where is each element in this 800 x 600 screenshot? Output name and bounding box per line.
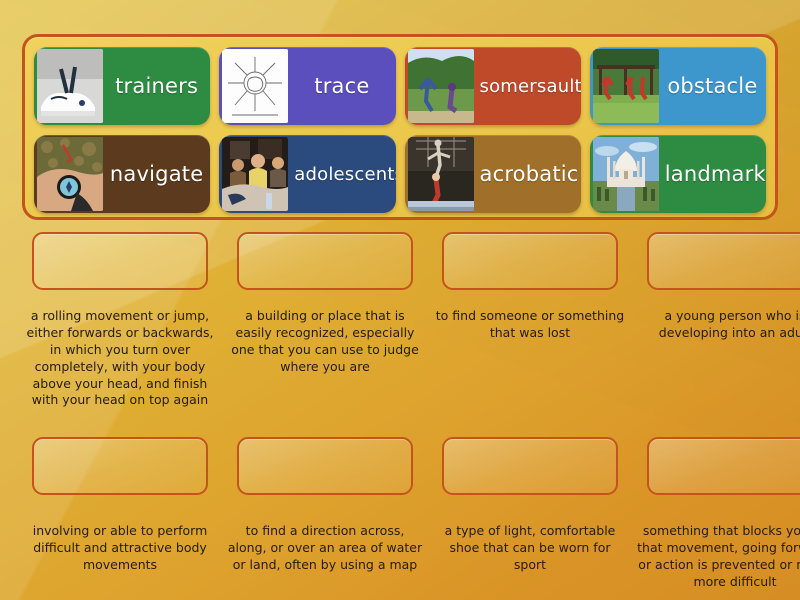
word-bank-row-1: trainers trace somersaults obstacle: [34, 47, 766, 125]
word-bank-panel: trainers trace somersaults obstacle navi…: [22, 34, 778, 220]
adolescents-thumbnail-image: [222, 137, 289, 211]
drop-zone[interactable]: [237, 437, 413, 496]
answer-grid: a rolling movement or jump, either forwa…: [22, 232, 800, 591]
word-tile-adolescents[interactable]: adolescents: [219, 135, 396, 213]
word-tile-label: landmarks: [664, 162, 766, 186]
landmarks-thumbnail-image: [592, 137, 659, 211]
acrobatic-thumbnail-image: [407, 137, 474, 211]
word-tile-label: obstacle: [667, 74, 758, 98]
word-tile-somersaults[interactable]: somersaults: [404, 47, 581, 125]
definition-text: a young person who is developing into an…: [658, 308, 800, 340]
answer-cell: something that blocks you so that moveme…: [637, 437, 800, 591]
navigate-thumbnail-image: [37, 137, 103, 211]
trainers-thumbnail-image: [37, 49, 103, 123]
word-tile-label: trainers: [115, 74, 199, 98]
drop-zone[interactable]: [32, 437, 208, 496]
word-tile-label: trace: [314, 74, 370, 98]
word-tile-acrobatic[interactable]: acrobatic: [404, 135, 581, 213]
drop-zone[interactable]: [237, 232, 413, 290]
answer-row-2: involving or able to perform difficult a…: [22, 437, 800, 591]
drop-zone[interactable]: [647, 437, 800, 496]
definition-text: a rolling movement or jump, either forwa…: [26, 308, 214, 408]
word-tile-trace[interactable]: trace: [219, 47, 396, 125]
definition-text: involving or able to perform difficult a…: [32, 523, 208, 572]
match-up-activity-page: { "word_bank": { "tiles": [ { "label": "…: [0, 0, 800, 600]
drop-zone[interactable]: [647, 232, 800, 290]
definition-text: a building or place that is easily recog…: [231, 308, 419, 374]
word-tile-trainers[interactable]: trainers: [34, 47, 211, 125]
answer-cell: a type of light, comfortable shoe that c…: [432, 437, 628, 591]
definition-text: a type of light, comfortable shoe that c…: [444, 523, 616, 572]
word-bank-row-2: navigate adolescents acrobatic landmarks: [34, 135, 766, 213]
answer-cell: a young person who is developing into an…: [637, 232, 800, 409]
word-tile-navigate[interactable]: navigate: [34, 135, 211, 213]
somersaults-thumbnail-image: [407, 49, 474, 123]
word-tile-obstacle[interactable]: obstacle: [589, 47, 766, 125]
word-tile-label: somersaults: [479, 75, 581, 97]
drop-zone[interactable]: [32, 232, 208, 290]
answer-cell: a rolling movement or jump, either forwa…: [22, 232, 218, 409]
trace-thumbnail-image: [222, 49, 289, 123]
answer-cell: a building or place that is easily recog…: [227, 232, 423, 409]
word-tile-label: acrobatic: [479, 162, 579, 186]
obstacle-thumbnail-image: [592, 49, 659, 123]
word-tile-label: navigate: [109, 162, 204, 186]
definition-text: something that blocks you so that moveme…: [637, 523, 800, 589]
definition-text: to find a direction across, along, or ov…: [227, 523, 423, 572]
word-tile-label: adolescents: [294, 163, 396, 185]
answer-cell: involving or able to perform difficult a…: [22, 437, 218, 591]
answer-row-1: a rolling movement or jump, either forwa…: [22, 232, 800, 409]
definition-text: to find someone or something that was lo…: [435, 308, 625, 340]
drop-zone[interactable]: [442, 232, 618, 290]
word-tile-landmarks[interactable]: landmarks: [589, 135, 766, 213]
answer-cell: to find a direction across, along, or ov…: [227, 437, 423, 591]
drop-zone[interactable]: [442, 437, 618, 496]
answer-cell: to find someone or something that was lo…: [432, 232, 628, 409]
